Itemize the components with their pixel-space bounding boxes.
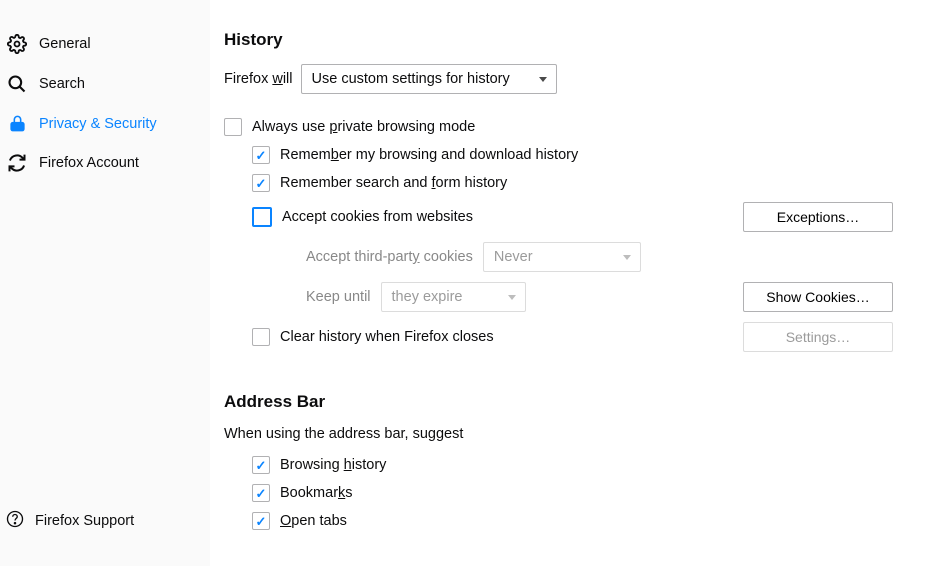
third-party-select[interactable]: Never [483,242,641,272]
sidebar-item-label: Firefox Account [39,155,139,171]
suggest-opentabs-row: Open tabs [252,512,893,530]
private-browsing-checkbox[interactable] [224,118,242,136]
third-party-select-wrap: Never [483,242,641,272]
addressbar-section-title: Address Bar [224,392,893,412]
private-browsing-row: Always use private browsing mode [224,118,893,136]
sidebar-item-label: Search [39,76,85,92]
sidebar-item-firefox-account[interactable]: Firefox Account [0,143,210,183]
sidebar-item-privacy-security[interactable]: Privacy & Security [0,104,210,143]
addressbar-hint: When using the address bar, suggest [224,426,893,442]
keep-until-select[interactable]: they expire [381,282,526,312]
sidebar-nav: General Search Privacy & Security [0,24,210,500]
sidebar: General Search Privacy & Security [0,0,210,566]
history-mode-select-wrap: Use custom settings for history [301,64,557,94]
remember-browsing-checkbox[interactable] [252,146,270,164]
remember-form-checkbox[interactable] [252,174,270,192]
help-icon [6,510,24,532]
sidebar-item-search[interactable]: Search [0,64,210,104]
remember-form-label: Remember search and form history [280,175,507,191]
remember-browsing-label: Remember my browsing and download histor… [280,147,578,163]
sidebar-support-label: Firefox Support [35,513,134,529]
suggest-opentabs-checkbox[interactable] [252,512,270,530]
keep-until-select-wrap: they expire [381,282,526,312]
clear-history-row: Clear history when Firefox closes Settin… [224,322,893,352]
remember-browsing-row: Remember my browsing and download histor… [224,146,893,164]
sidebar-item-support[interactable]: Firefox Support [0,500,210,542]
keep-until-label: Keep until [306,289,371,305]
exceptions-button[interactable]: Exceptions… [743,202,893,232]
accept-cookies-checkbox[interactable] [252,207,272,227]
third-party-row: Accept third-party cookies Never [224,242,893,272]
gear-icon [6,34,28,54]
accept-cookies-label: Accept cookies from websites [282,209,473,225]
clear-history-label: Clear history when Firefox closes [280,329,494,345]
suggest-bookmarks-row: Bookmarks [252,484,893,502]
accept-cookies-row: Accept cookies from websites Exceptions… [224,202,893,232]
show-cookies-button[interactable]: Show Cookies… [743,282,893,312]
suggest-bookmarks-label: Bookmarks [280,485,353,501]
clear-history-checkbox[interactable] [252,328,270,346]
search-icon [6,74,28,94]
suggest-opentabs-label: Open tabs [280,513,347,529]
lock-icon [6,114,28,133]
suggest-history-checkbox[interactable] [252,456,270,474]
keep-until-row: Keep until they expire Show Cookies… [224,282,893,312]
sidebar-item-label: Privacy & Security [39,116,157,132]
sync-icon [6,153,28,173]
remember-form-row: Remember search and form history [224,174,893,192]
suggest-history-label: Browsing history [280,457,386,473]
sidebar-item-general[interactable]: General [0,24,210,64]
private-browsing-label: Always use private browsing mode [252,119,475,135]
history-section-title: History [224,30,893,50]
main-content: History Firefox will Use custom settings… [210,0,925,566]
settings-button[interactable]: Settings… [743,322,893,352]
suggest-bookmarks-checkbox[interactable] [252,484,270,502]
history-mode-select[interactable]: Use custom settings for history [301,64,557,94]
sidebar-item-label: General [39,36,91,52]
addressbar-options: Browsing history Bookmarks Open tabs [224,456,893,530]
will-label: Firefox will [224,71,293,87]
history-mode-row: Firefox will Use custom settings for his… [224,64,893,94]
third-party-label: Accept third-party cookies [306,249,473,265]
suggest-history-row: Browsing history [252,456,893,474]
